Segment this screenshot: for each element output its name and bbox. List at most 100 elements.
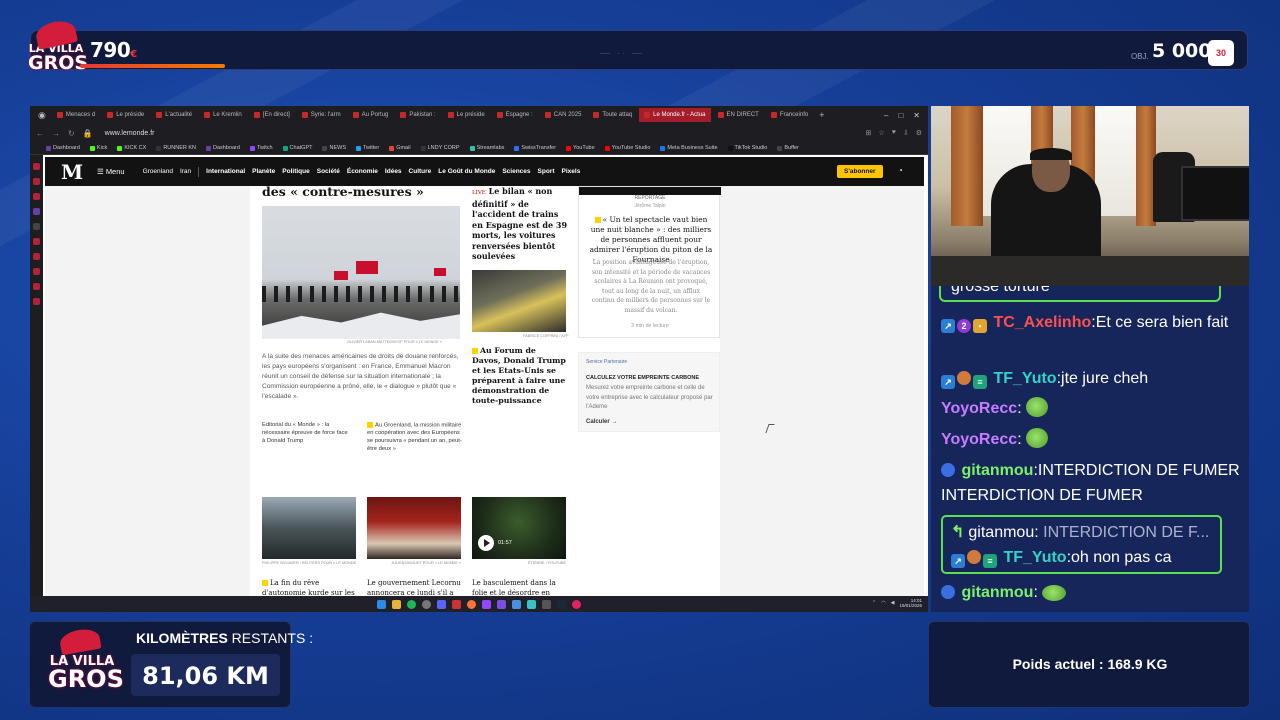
new-tab-icon[interactable]: + — [815, 110, 828, 120]
close-icon[interactable]: ✕ — [913, 111, 920, 120]
chat-username[interactable]: gitanmou — [961, 462, 1033, 479]
bookmark-item[interactable]: LNDY CORP — [420, 145, 460, 151]
bookmark-item[interactable]: NEWS — [322, 145, 346, 151]
bookmark-item[interactable]: RUNNER KN — [156, 145, 196, 151]
nav-item[interactable]: Idées — [385, 168, 402, 175]
sidebar-app-icon[interactable] — [33, 193, 40, 200]
chat-username[interactable]: gitanmou — [961, 584, 1033, 601]
related-link-greenland[interactable]: Au Groenland, la mission militaire en co… — [367, 422, 462, 454]
davos-photo[interactable] — [472, 270, 566, 332]
chat-username[interactable]: YoyoRecc — [941, 431, 1017, 448]
sidebar-app-icon[interactable] — [33, 178, 40, 185]
nav-item[interactable]: International — [206, 168, 245, 175]
browser-tab[interactable]: Le Kremlin — [199, 108, 247, 122]
browser-tab[interactable]: Toute attaq — [588, 108, 637, 122]
tray-chevron-icon[interactable]: ⌃ — [872, 600, 876, 606]
chat-username[interactable]: TC_Axelinho — [993, 314, 1091, 331]
maximize-icon[interactable]: □ — [898, 111, 903, 120]
lecornu-headline[interactable]: Le gouvernement Lecornu annoncera ce lun… — [367, 578, 462, 596]
extension-icon[interactable]: ⊞ — [866, 129, 872, 137]
steam-icon[interactable] — [557, 599, 566, 609]
browser-tab[interactable]: EN DIRECT — [713, 108, 764, 122]
url-field[interactable]: www.lemonde.fr — [105, 130, 858, 137]
sidebar-app-icon[interactable] — [33, 283, 40, 290]
assembly-photo[interactable] — [367, 497, 461, 559]
kurdish-photo[interactable] — [262, 497, 356, 559]
bookmark-item[interactable]: Kick — [89, 145, 107, 151]
spain-headline[interactable]: LIVE Le bilan « non définitif » de l'acc… — [472, 186, 572, 262]
terminal-icon[interactable] — [542, 599, 551, 609]
nav-item[interactable]: Économie — [347, 168, 378, 175]
app-icon[interactable] — [512, 599, 521, 609]
browser-menu-icon[interactable]: ◉ — [34, 110, 50, 121]
bookmark-item[interactable]: ChatGPT — [282, 145, 312, 151]
account-icon[interactable]: ◔ — [898, 166, 903, 175]
bookmark-item[interactable]: Gmail — [389, 145, 411, 151]
nav-item[interactable]: Sciences — [502, 168, 530, 175]
nav-item[interactable]: Sport — [538, 168, 555, 175]
nav-item[interactable]: Culture — [409, 168, 432, 175]
nav-item[interactable]: Société — [317, 168, 340, 175]
wifi-icon[interactable]: ◠ — [881, 600, 885, 606]
video-thumbnail[interactable]: 01:57 — [472, 497, 566, 559]
bookmark-item[interactable]: SwissTransfer — [514, 145, 556, 151]
explorer-icon[interactable] — [392, 599, 401, 609]
taskbar-clock[interactable]: 14:01 19/01/2026 — [899, 598, 922, 608]
browser-tab[interactable]: L'actualité — [151, 108, 197, 122]
bookmark-item[interactable]: KICK CX — [117, 145, 146, 151]
bookmark-item[interactable]: Dashboard — [46, 145, 80, 151]
minimize-icon[interactable]: – — [884, 111, 888, 120]
app-icon[interactable] — [497, 599, 506, 609]
bookmark-item[interactable]: YouTube — [566, 145, 595, 151]
volume-icon[interactable]: ◀ — [891, 600, 895, 606]
davos-headline[interactable]: Au Forum de Davos, Donald Trump et les E… — [472, 346, 567, 406]
subscribe-button[interactable]: S'abonner — [837, 165, 883, 178]
sidebar-app-icon[interactable] — [33, 298, 40, 305]
lemonde-logo[interactable]: M — [61, 160, 83, 184]
forward-icon[interactable]: → — [52, 129, 60, 138]
settings-icon[interactable]: ⚙ — [916, 129, 922, 137]
bookmark-item[interactable]: Dashboard — [206, 145, 240, 151]
chat-username[interactable]: TF_Yuto — [1003, 549, 1066, 566]
sidebar-app-icon[interactable] — [33, 208, 40, 215]
madness-headline[interactable]: Le basculement dans la folie et le désor… — [472, 578, 567, 596]
nav-item[interactable]: Pixels — [562, 168, 581, 175]
bookmark-item[interactable]: TikTok Studio — [727, 145, 767, 151]
download-icon[interactable]: ⇩ — [903, 129, 909, 137]
obs-icon[interactable] — [422, 599, 431, 609]
greenland-photo[interactable] — [262, 206, 460, 339]
sidebar-app-icon[interactable] — [33, 253, 40, 260]
browser-tab[interactable]: Franceinfo — [766, 108, 813, 122]
firefox-icon[interactable] — [467, 599, 476, 609]
app-icon[interactable] — [527, 599, 536, 609]
bookmark-item[interactable]: YouTube Studio — [604, 145, 650, 151]
browser-tab[interactable]: Le préside — [443, 108, 490, 122]
browser-tab[interactable]: Le préside — [102, 108, 149, 122]
browser-tab[interactable]: Espagne : — [492, 108, 538, 122]
sidebar-app-icon[interactable] — [33, 223, 40, 230]
nav-item[interactable]: Iran — [180, 168, 191, 175]
browser-tab[interactable]: Au Portug — [348, 108, 394, 122]
nav-item[interactable]: Groenland — [143, 168, 173, 175]
nav-item[interactable]: Planète — [252, 168, 275, 175]
menu-button[interactable]: ☰ Menu — [97, 167, 125, 176]
bookmark-item[interactable]: Twitch — [249, 145, 273, 151]
browser-tab[interactable]: Pakistan : — [395, 108, 440, 122]
partner-cta-link[interactable]: Calculer → — [586, 419, 617, 425]
partner-card[interactable]: Service Partenaire CALCULEZ VOTRE EMPREI… — [578, 352, 720, 432]
browser-tab[interactable]: Syrie: l'arm — [297, 108, 346, 122]
related-link-editorial[interactable]: Editorial du « Monde » : la nécessaire é… — [262, 422, 352, 445]
spotify-icon[interactable] — [407, 599, 416, 609]
chat-username[interactable]: TF_Yuto — [993, 370, 1056, 387]
back-icon[interactable]: ← — [36, 129, 44, 138]
map-pin-icon[interactable] — [572, 599, 581, 609]
bookmark-item[interactable]: Streamlabs — [469, 145, 504, 151]
browser-tab[interactable]: Menaces d — [52, 108, 100, 122]
bookmark-item[interactable]: Buffer — [777, 145, 799, 151]
main-headline[interactable]: des « contre-mesures » — [262, 186, 424, 199]
browser-tab[interactable]: Le Monde.fr - Actua — [639, 108, 711, 122]
sidebar-app-icon[interactable] — [33, 268, 40, 275]
heart-icon[interactable]: ♥ — [892, 129, 896, 137]
chat-username[interactable]: YoyoRecc — [941, 400, 1017, 417]
twitch-icon[interactable] — [482, 599, 491, 609]
